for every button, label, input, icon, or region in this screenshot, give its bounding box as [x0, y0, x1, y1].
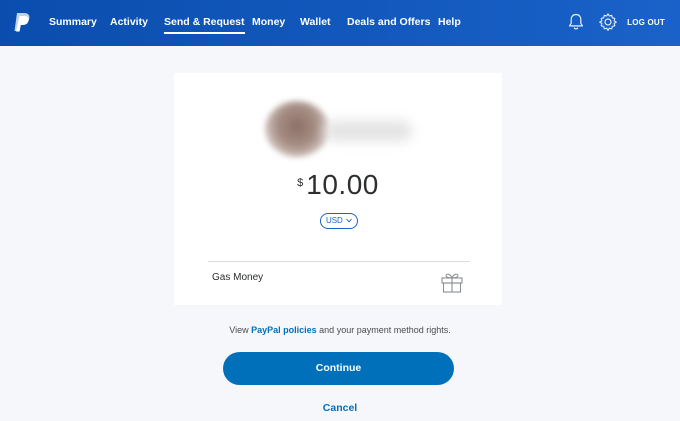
- amount-display[interactable]: $10.00: [174, 169, 502, 201]
- policy-suffix: and your payment method rights.: [319, 325, 451, 335]
- paypal-logo-icon[interactable]: [12, 12, 32, 34]
- currency-code: USD: [325, 216, 343, 225]
- currency-selector[interactable]: USD: [320, 213, 358, 229]
- chevron-down-icon: [346, 219, 352, 223]
- continue-button[interactable]: Continue: [223, 352, 454, 385]
- nav-money[interactable]: Money: [252, 16, 285, 28]
- amount-value: 10.00: [306, 169, 379, 200]
- nav-wallet[interactable]: Wallet: [300, 16, 331, 28]
- nav-activity[interactable]: Activity: [110, 16, 148, 28]
- nav-deals-and-offers[interactable]: Deals and Offers: [347, 16, 430, 28]
- payment-note-input[interactable]: Gas Money: [212, 272, 412, 283]
- nav-send-request[interactable]: Send & Request: [164, 16, 245, 34]
- top-navigation-bar: Summary Activity Send & Request Money Wa…: [0, 0, 680, 46]
- recipient-name-blurred: [324, 121, 412, 141]
- nav-summary[interactable]: Summary: [49, 16, 97, 28]
- policy-prefix: View: [229, 325, 249, 335]
- gift-icon[interactable]: [440, 271, 464, 293]
- payment-card: $10.00 USD Gas Money: [174, 73, 502, 305]
- recipient-avatar: [265, 101, 329, 157]
- nav-help[interactable]: Help: [438, 16, 461, 28]
- note-divider: [208, 261, 470, 262]
- bell-icon[interactable]: [566, 12, 586, 32]
- paypal-policies-link[interactable]: PayPal policies: [251, 325, 317, 335]
- cancel-link[interactable]: Cancel: [0, 402, 680, 414]
- gear-icon[interactable]: [598, 12, 618, 32]
- logout-link[interactable]: LOG OUT: [627, 18, 665, 27]
- policy-text: View PayPal policies and your payment me…: [0, 325, 680, 335]
- currency-symbol: $: [297, 177, 304, 189]
